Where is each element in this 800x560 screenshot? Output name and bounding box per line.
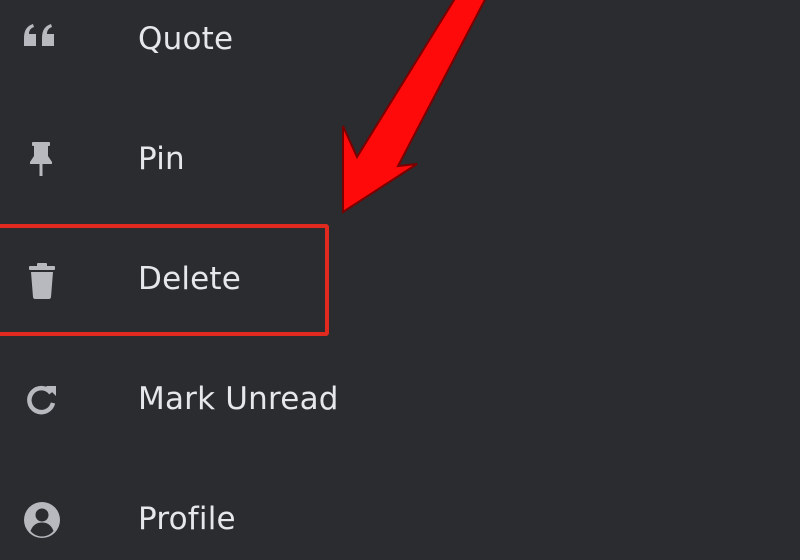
menu-item-pin[interactable]: Pin [0, 120, 800, 200]
menu-item-label-quote: Quote [138, 20, 234, 57]
pin-icon [18, 136, 66, 184]
quote-icon [18, 16, 66, 64]
menu-item-delete[interactable]: Delete [0, 240, 800, 320]
refresh-icon [18, 376, 66, 424]
menu-item-label-delete: Delete [138, 260, 242, 297]
menu-item-label-profile: Profile [138, 500, 236, 537]
menu-item-profile[interactable]: Profile [0, 480, 800, 560]
trash-icon [18, 256, 66, 304]
menu-item-label-pin: Pin [138, 140, 185, 177]
profile-icon [18, 496, 66, 544]
menu-item-quote[interactable]: Quote [0, 0, 800, 80]
context-menu: Quote Pin Delete Mark Unread Profile [0, 0, 800, 554]
menu-item-label-mark-unread: Mark Unread [138, 380, 339, 417]
menu-item-mark-unread[interactable]: Mark Unread [0, 360, 800, 440]
